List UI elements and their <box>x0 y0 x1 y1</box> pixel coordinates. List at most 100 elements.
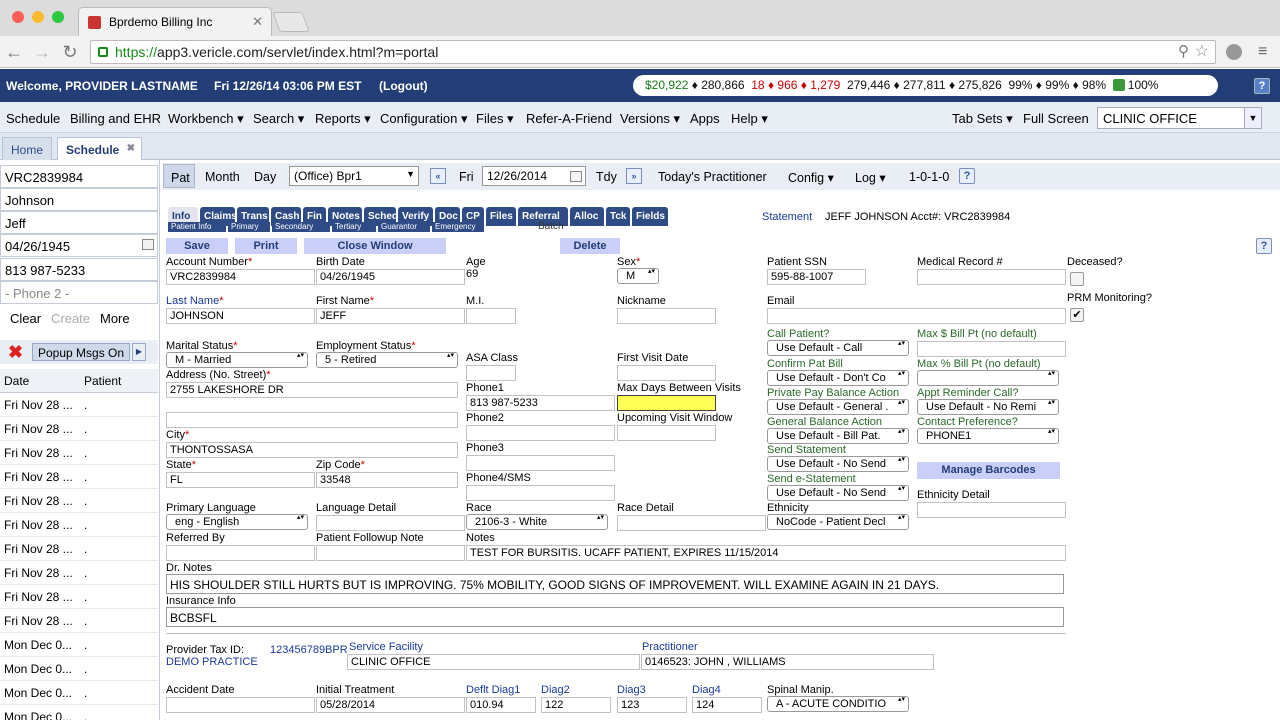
language-select[interactable]: eng - English <box>166 514 308 530</box>
followup-field[interactable] <box>316 545 465 561</box>
extension-icon[interactable] <box>1226 44 1242 60</box>
max-pct-select[interactable] <box>917 370 1059 386</box>
birth-date-field[interactable]: 04/26/1945 <box>316 269 465 285</box>
month-button[interactable]: Month <box>205 170 240 184</box>
col-patient[interactable]: Patient <box>84 374 121 388</box>
close-tab-icon[interactable]: ✕ <box>252 14 263 30</box>
toolbar-help-icon[interactable]: ? <box>959 168 975 184</box>
city-field[interactable]: THONTOSSASA <box>166 442 458 458</box>
create-button[interactable]: Create <box>51 311 90 326</box>
col-date[interactable]: Date <box>4 374 29 388</box>
bookmark-star-icon[interactable]: ☆ <box>1195 41 1209 61</box>
subtab-tck[interactable]: Tck <box>606 207 630 226</box>
zip-field[interactable]: 33548 <box>316 472 458 488</box>
subtab2-tertiary[interactable]: Tertiary <box>332 222 376 232</box>
appt-reminder-select[interactable]: Use Default - No Remi <box>917 399 1059 415</box>
subtab2-secondary[interactable]: Secondary <box>272 222 330 232</box>
clinic-select[interactable]: CLINIC OFFICE ▼ <box>1097 107 1262 129</box>
calendar-icon[interactable] <box>570 171 582 182</box>
phone4-field[interactable] <box>466 485 615 501</box>
zoom-icon[interactable]: ⚲ <box>1178 42 1189 60</box>
subtab-files[interactable]: Files <box>486 207 516 226</box>
notes-field[interactable]: TEST FOR BURSITIS. UCAFF PATIENT, EXPIRE… <box>466 545 1066 561</box>
browser-tab[interactable]: Bprdemo Billing Inc ✕ <box>78 7 272 36</box>
list-item[interactable]: Mon Dec 0.... <box>0 681 158 705</box>
next-arrow-icon[interactable]: » <box>626 168 642 184</box>
calendar-icon[interactable] <box>142 239 154 250</box>
tab-home[interactable]: Home <box>2 137 53 160</box>
language-detail-field[interactable] <box>316 515 465 531</box>
insurance-textarea[interactable]: BCBSFL <box>166 607 1064 627</box>
ethnicity-detail-field[interactable] <box>917 502 1066 518</box>
menu-schedule[interactable]: Schedule <box>6 111 60 126</box>
list-item[interactable]: Fri Nov 28 .... <box>0 393 158 417</box>
menu-help[interactable]: Help ▾ <box>731 111 768 127</box>
list-item[interactable]: Fri Nov 28 .... <box>0 441 158 465</box>
logout-link[interactable]: (Logout) <box>379 79 428 93</box>
private-pay-select[interactable]: Use Default - General . <box>767 399 909 415</box>
menu-full-screen[interactable]: Full Screen <box>1023 111 1089 126</box>
email-field[interactable] <box>767 308 1066 324</box>
race-select[interactable]: 2106-3 - White <box>466 514 608 530</box>
account-search-field[interactable]: VRC2839984 <box>0 165 158 188</box>
subtab-alloc[interactable]: Alloc <box>570 207 604 226</box>
general-balance-select[interactable]: Use Default - Bill Pat. <box>767 428 909 444</box>
initial-treatment-field[interactable]: 05/28/2014 <box>316 697 465 713</box>
diag4-field[interactable]: 124 <box>692 697 762 713</box>
subtab2-guarantor[interactable]: Guarantor <box>378 222 430 232</box>
dob-search-field[interactable]: 04/26/1945 <box>0 234 158 257</box>
last-name-search-field[interactable]: Johnson <box>0 188 158 211</box>
close-tab-icon[interactable]: ✖ <box>127 143 135 154</box>
ssn-field[interactable]: 595-88-1007 <box>767 269 866 285</box>
employment-select[interactable]: 5 - Retired <box>316 352 458 368</box>
save-button[interactable]: Save <box>166 238 228 254</box>
first-name-search-field[interactable]: Jeff <box>0 211 158 234</box>
config-menu[interactable]: Config ▾ <box>788 170 834 185</box>
confirm-bill-select[interactable]: Use Default - Don't Co <box>767 370 909 386</box>
close-window-button[interactable]: Close Window <box>304 238 446 254</box>
stats-bar[interactable]: $20,922 ♦ 280,866 18 ♦ 966 ♦ 1,279 279,4… <box>633 75 1218 96</box>
address-field[interactable]: 2755 LAKESHORE DR <box>166 382 458 398</box>
phone2-field[interactable] <box>466 425 615 441</box>
list-item[interactable]: Mon Dec 0.... <box>0 657 158 681</box>
minimize-window-icon[interactable] <box>32 11 44 23</box>
list-item[interactable]: Fri Nov 28 .... <box>0 489 158 513</box>
office-select[interactable]: (Office) Bpr1 ▼ <box>289 166 419 186</box>
close-x-icon[interactable]: ✖ <box>8 342 23 363</box>
tax-id-value[interactable]: 123456789BPR <box>270 644 348 656</box>
phone3-field[interactable] <box>466 455 615 471</box>
subtab2-emergency[interactable]: Emergency <box>432 222 484 232</box>
diag2-field[interactable]: 122 <box>541 697 611 713</box>
diag3-field[interactable]: 123 <box>617 697 687 713</box>
list-item[interactable]: Mon Dec 0.... <box>0 633 158 657</box>
prm-checkbox[interactable]: ✔ <box>1070 308 1084 322</box>
call-patient-select[interactable]: Use Default - Call <box>767 340 909 356</box>
demo-practice-link[interactable]: DEMO PRACTICE <box>166 656 258 668</box>
menu-reports[interactable]: Reports ▾ <box>315 111 371 127</box>
log-menu[interactable]: Log ▾ <box>855 170 886 185</box>
contact-pref-select[interactable]: PHONE1 <box>917 428 1059 444</box>
popup-msgs-toggle[interactable]: Popup Msgs On <box>32 343 130 361</box>
list-item[interactable]: Fri Nov 28 .... <box>0 537 158 561</box>
menu-configuration[interactable]: Configuration ▾ <box>380 111 467 127</box>
reload-icon[interactable]: ↻ <box>60 42 80 62</box>
race-detail-field[interactable] <box>617 515 766 531</box>
list-item[interactable]: Fri Nov 28 .... <box>0 465 158 489</box>
max-days-field[interactable] <box>617 395 716 411</box>
sex-select[interactable]: M <box>617 268 659 284</box>
list-item[interactable]: Fri Nov 28 .... <box>0 513 158 537</box>
marital-select[interactable]: M - Married <box>166 352 308 368</box>
state-field[interactable]: FL <box>166 472 315 488</box>
menu-workbench[interactable]: Workbench ▾ <box>168 111 244 127</box>
help-icon[interactable]: ? <box>1254 78 1270 94</box>
mi-field[interactable] <box>466 308 516 324</box>
delete-button[interactable]: Delete <box>560 238 620 254</box>
spinal-select[interactable]: A - ACUTE CONDITIO <box>767 696 909 712</box>
subtab2-primary[interactable]: Primary <box>228 222 270 232</box>
close-window-icon[interactable] <box>12 11 24 23</box>
more-button[interactable]: More <box>100 311 130 326</box>
clear-button[interactable]: Clear <box>10 311 41 326</box>
list-item[interactable]: Fri Nov 28 .... <box>0 609 158 633</box>
phone1-field[interactable]: 813 987-5233 <box>466 395 615 411</box>
manage-barcodes-button[interactable]: Manage Barcodes <box>917 462 1060 479</box>
